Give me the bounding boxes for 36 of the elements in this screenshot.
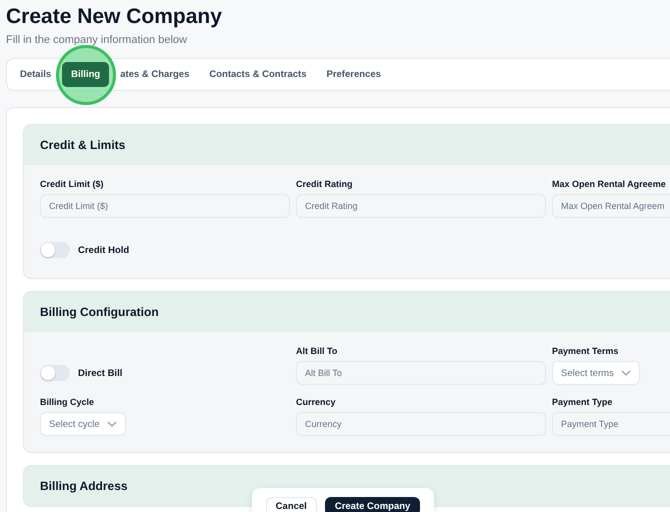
- chevron-down-icon: [620, 370, 631, 376]
- input-field[interactable]: Credit Limit ($): [40, 194, 290, 218]
- tab[interactable]: ates & Charges: [111, 62, 198, 87]
- input-field[interactable]: Alt Bill To: [296, 361, 546, 385]
- field-label: Payment Type: [552, 397, 612, 407]
- cancel-button[interactable]: Cancel: [266, 497, 317, 512]
- page-subtitle: Fill in the company information below: [6, 34, 187, 46]
- tab[interactable]: Preferences: [317, 62, 390, 87]
- select-placeholder: Select cycle: [49, 418, 100, 430]
- field-label: Alt Bill To: [296, 346, 338, 356]
- tab[interactable]: Contacts & Contracts: [200, 62, 316, 87]
- input-field[interactable]: Credit Rating: [296, 194, 546, 218]
- input-field[interactable]: Payment Type: [552, 412, 670, 436]
- select-placeholder: Select terms: [561, 368, 614, 378]
- input-field[interactable]: Currency: [296, 412, 546, 436]
- field-label: Credit Limit ($): [40, 179, 104, 189]
- section-title: Billing Address: [40, 479, 128, 493]
- toggle-switch[interactable]: [40, 365, 70, 381]
- tab[interactable]: Details: [11, 62, 60, 87]
- toggle-switch[interactable]: [40, 242, 70, 258]
- chevron-down-icon: [106, 421, 117, 427]
- input-field[interactable]: Max Open Rental Agreem: [552, 194, 670, 218]
- select-field[interactable]: Select cycle: [40, 412, 126, 436]
- toggle-label: Credit Hold: [78, 244, 130, 256]
- field-label: Max Open Rental Agreeme: [552, 179, 666, 189]
- tab[interactable]: Billing: [62, 62, 110, 87]
- field-label: Currency: [296, 397, 336, 407]
- field-label: Credit Rating: [296, 179, 353, 189]
- create-company-button[interactable]: Create Company: [324, 497, 420, 512]
- field-label: Billing Cycle: [40, 397, 94, 407]
- page-title: Create New Company: [5, 4, 222, 29]
- section-title: Credit & Limits: [40, 138, 126, 152]
- section-title: Billing Configuration: [40, 305, 159, 319]
- field-label: Payment Terms: [552, 346, 618, 356]
- select-field[interactable]: Select terms: [552, 361, 640, 385]
- toggle-label: Direct Bill: [78, 368, 122, 378]
